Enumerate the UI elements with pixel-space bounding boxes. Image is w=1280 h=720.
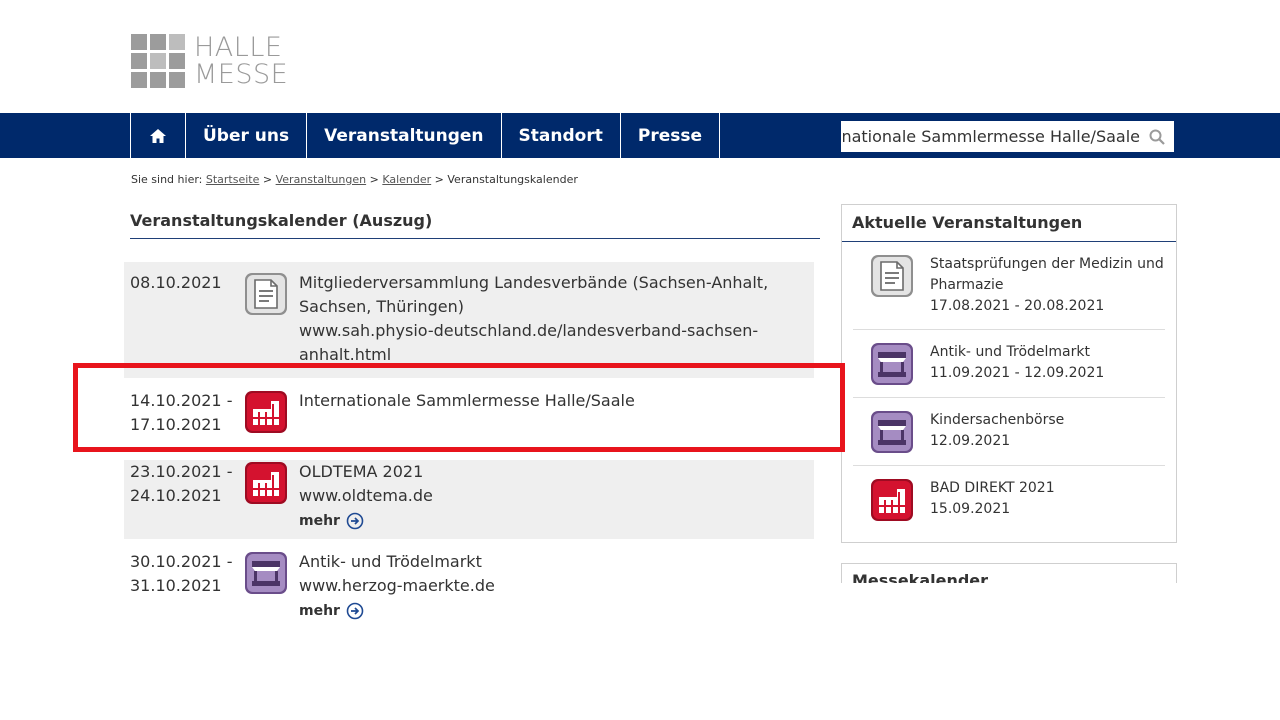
document-icon <box>245 273 287 315</box>
arrow-right-circle-icon <box>346 512 364 530</box>
breadcrumb-link-veranstaltungen[interactable]: Veranstaltungen <box>276 173 367 186</box>
nav-presse[interactable]: Presse <box>619 113 720 158</box>
arrow-right-circle-icon <box>346 602 364 620</box>
main-nav: Über uns Veranstaltungen Standort Presse <box>130 113 720 158</box>
event-title[interactable]: Antik- und Trödelmarkt <box>299 550 799 574</box>
sidebar-event-item[interactable]: Antik- und Trödelmarkt 11.09.2021 - 12.0… <box>853 330 1165 398</box>
page-title: Veranstaltungskalender (Auszug) <box>130 211 820 239</box>
nav-veranstaltungen[interactable]: Veranstaltungen <box>306 113 500 158</box>
search-icon <box>1149 129 1165 145</box>
event-item[interactable]: 30.10.2021 - 31.10.2021 Antik- und Tröde… <box>124 547 814 637</box>
event-item[interactable]: 14.10.2021 - 17.10.2021 Internationale S… <box>124 380 814 460</box>
breadcrumb-current: Veranstaltungskalender <box>447 173 578 186</box>
event-title[interactable]: Mitgliederversammlung Landesverbände (Sa… <box>299 271 799 319</box>
search-input[interactable] <box>841 122 1140 151</box>
sidebar-event-title[interactable]: Staatsprüfungen der Medizin und Pharmazi… <box>930 254 1165 296</box>
breadcrumb-link-kalender[interactable]: Kalender <box>382 173 431 186</box>
market-stall-icon <box>245 552 287 594</box>
search-button[interactable] <box>1140 122 1174 151</box>
sidebar-event-dates: 11.09.2021 - 12.09.2021 <box>930 365 1105 381</box>
event-item[interactable]: 08.10.2021 Mitgliederversammlung Landesv… <box>124 262 814 378</box>
market-stall-icon <box>871 411 913 453</box>
event-link[interactable]: www.sah.physio-deutschland.de/landesverb… <box>299 319 799 367</box>
event-date: 23.10.2021 - 24.10.2021 <box>130 462 233 505</box>
sidebar-event-dates: 15.09.2021 <box>930 501 1011 517</box>
logo-mark <box>131 34 185 88</box>
market-stall-icon <box>871 343 913 385</box>
halle-messe-logo[interactable]: HALLE MESSE <box>131 34 301 90</box>
sidebar-event-item[interactable]: BAD DIREKT 2021 15.09.2021 <box>853 466 1165 534</box>
breadcrumb-prefix: Sie sind hier: <box>131 173 203 186</box>
exhibition-hall-icon <box>245 462 287 504</box>
home-icon <box>150 128 166 143</box>
event-link[interactable]: www.herzog-maerkte.de <box>299 574 799 598</box>
breadcrumb: Sie sind hier: Startseite > Veranstaltun… <box>131 173 578 186</box>
event-title[interactable]: OLDTEMA 2021 <box>299 460 799 484</box>
search-box <box>841 121 1174 152</box>
current-events-sidebar: Aktuelle Veranstaltungen Staatsprüfungen… <box>841 204 1177 543</box>
nav-ueber-uns[interactable]: Über uns <box>185 113 306 158</box>
document-icon <box>871 255 913 297</box>
event-date: 08.10.2021 <box>130 273 222 292</box>
event-link[interactable]: www.oldtema.de <box>299 484 799 508</box>
more-link[interactable]: mehr <box>299 599 799 623</box>
trade-fair-calendar-title: Messekalender <box>852 571 989 583</box>
sidebar-event-dates: 17.08.2021 - 20.08.2021 <box>930 298 1105 314</box>
sidebar-event-title[interactable]: BAD DIREKT 2021 <box>930 478 1055 499</box>
event-title[interactable]: Internationale Sammlermesse Halle/Saale <box>299 389 799 413</box>
sidebar-event-item[interactable]: Kindersachenbörse 12.09.2021 <box>853 398 1165 466</box>
nav-standort[interactable]: Standort <box>500 113 620 158</box>
trade-fair-calendar-box: Messekalender <box>841 563 1177 583</box>
event-date: 30.10.2021 - 31.10.2021 <box>130 552 233 595</box>
event-list: 08.10.2021 Mitgliederversammlung Landesv… <box>124 262 814 637</box>
sidebar-event-dates: 12.09.2021 <box>930 433 1011 449</box>
exhibition-hall-icon <box>871 479 913 521</box>
event-item[interactable]: 23.10.2021 - 24.10.2021 OLDTEMA 2021 www… <box>124 460 814 539</box>
logo-text: HALLE MESSE <box>194 32 289 90</box>
event-date: 14.10.2021 - 17.10.2021 <box>130 391 233 434</box>
breadcrumb-link-startseite[interactable]: Startseite <box>206 173 260 186</box>
exhibition-hall-icon <box>245 391 287 433</box>
sidebar-title: Aktuelle Veranstaltungen <box>842 205 1176 242</box>
sidebar-event-title[interactable]: Antik- und Trödelmarkt <box>930 342 1104 363</box>
sidebar-event-item[interactable]: Staatsprüfungen der Medizin und Pharmazi… <box>853 242 1165 330</box>
sidebar-event-title[interactable]: Kindersachenbörse <box>930 410 1064 431</box>
more-link[interactable]: mehr <box>299 509 799 533</box>
nav-home[interactable] <box>130 113 185 158</box>
